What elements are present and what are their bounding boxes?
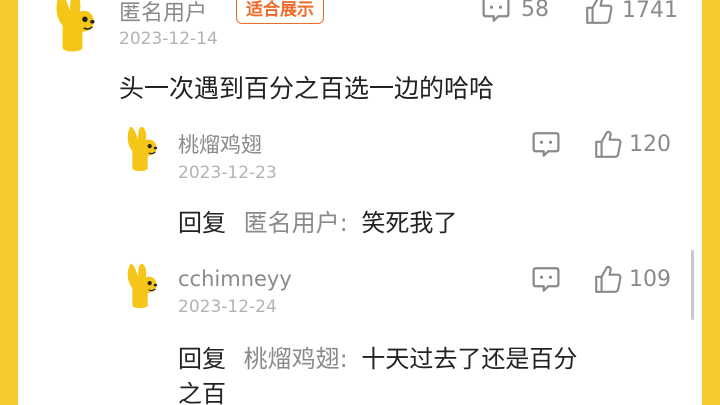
- comment-icon: [531, 266, 561, 293]
- reply-target-user[interactable]: 桃熘鸡翅: [244, 345, 340, 373]
- reply-date: 2023-12-23: [178, 163, 277, 183]
- avatar[interactable]: [121, 262, 163, 310]
- like-button[interactable]: 120: [593, 129, 671, 159]
- thumbs-up-icon: [584, 0, 614, 25]
- reply-button[interactable]: [531, 131, 561, 158]
- status-badge: 适合展示: [236, 0, 324, 24]
- thumbs-up-icon: [593, 264, 623, 294]
- reply-text-continued: 之百: [178, 380, 226, 405]
- comment-username[interactable]: 匿名用户: [119, 0, 207, 27]
- reply-text-line: 回复 匿名用户: 笑死我了: [178, 203, 457, 238]
- comment-icon: [531, 131, 561, 158]
- avatar[interactable]: [121, 125, 163, 173]
- reply-prefix: 回复: [178, 209, 226, 237]
- like-count: 109: [629, 266, 671, 292]
- like-count: 1741: [622, 0, 678, 23]
- reply-colon: :: [339, 209, 348, 237]
- like-count: 120: [629, 131, 671, 157]
- comment-icon: [481, 0, 511, 23]
- comment-date: 2023-12-14: [119, 29, 218, 49]
- reply-text: 笑死我了: [361, 209, 458, 237]
- reply-text: 十天过去了还是百分: [361, 345, 578, 373]
- reply-colon: :: [339, 345, 348, 373]
- like-button[interactable]: 1741: [584, 0, 678, 25]
- reply-target-user[interactable]: 匿名用户: [244, 209, 340, 237]
- reply-text-line: 回复 桃熘鸡翅: 十天过去了还是百分: [178, 339, 577, 374]
- comment-panel: 匿名用户 适合展示 2023-12-14 58 1741 头一次遇到百分之百选一…: [18, 0, 702, 405]
- reply-username[interactable]: cchimneyy: [178, 267, 292, 291]
- comment-text: 头一次遇到百分之百选一边的哈哈: [119, 74, 495, 103]
- reply-count-button[interactable]: 58: [481, 0, 549, 23]
- reply-date: 2023-12-24: [178, 297, 277, 317]
- avatar[interactable]: [46, 0, 104, 54]
- scrollbar[interactable]: [691, 250, 694, 320]
- reply-count: 58: [521, 0, 549, 22]
- reply-button[interactable]: [531, 266, 561, 293]
- reply-prefix: 回复: [178, 345, 226, 373]
- reply-username[interactable]: 桃熘鸡翅: [178, 129, 262, 159]
- thumbs-up-icon: [593, 129, 623, 159]
- like-button[interactable]: 109: [593, 264, 671, 294]
